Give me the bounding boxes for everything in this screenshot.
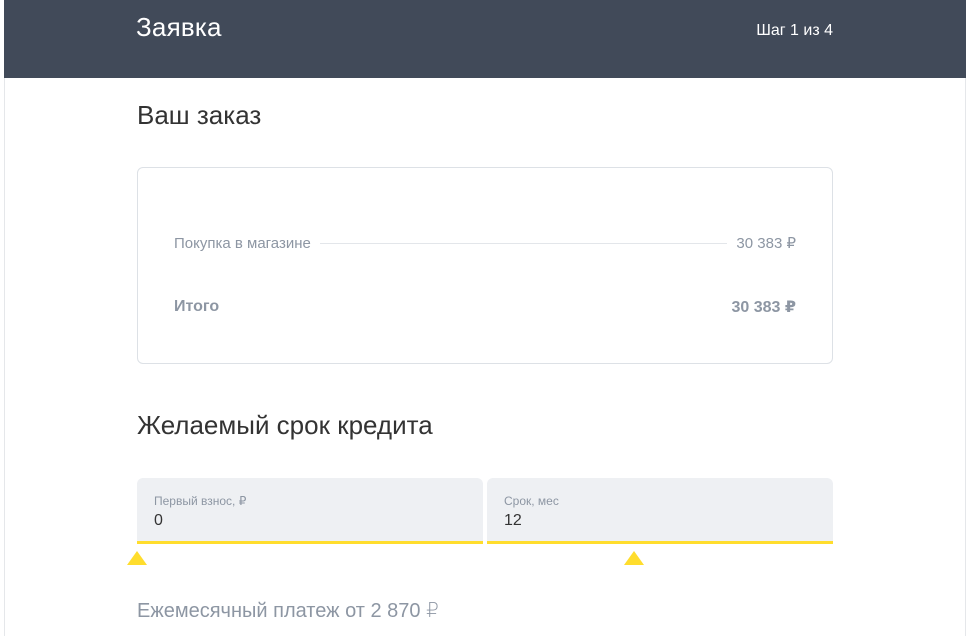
term-input[interactable]	[504, 512, 804, 530]
credit-term-section-title: Желаемый срок кредита	[137, 410, 433, 440]
page-title: Заявка	[136, 12, 222, 42]
purchase-label: Покупка в магазине	[174, 234, 311, 252]
order-row-purchase: Покупка в магазине 30 383 ₽	[174, 234, 796, 253]
order-summary-card: Покупка в магазине 30 383 ₽ Итого 30 383…	[137, 167, 833, 364]
purchase-amount: 30 383 ₽	[736, 235, 796, 252]
down-payment-slider-handle-icon[interactable]	[127, 551, 147, 565]
total-amount: 30 383 ₽	[731, 299, 796, 316]
term-field[interactable]: Срок, мес	[487, 478, 833, 544]
term-slider-handle-icon[interactable]	[624, 551, 644, 565]
total-label: Итого	[174, 298, 220, 315]
down-payment-input[interactable]	[154, 512, 454, 530]
app-header: Заявка Шаг 1 из 4	[4, 0, 966, 78]
down-payment-label: Первый взнос, ₽	[154, 494, 247, 508]
down-payment-field[interactable]: Первый взнос, ₽	[137, 478, 483, 544]
monthly-payment-text: Ежемесячный платеж от 2 870 ₽	[137, 600, 439, 622]
order-row-total: Итого 30 383 ₽	[174, 297, 796, 317]
order-section-title: Ваш заказ	[137, 100, 262, 130]
term-label: Срок, мес	[504, 494, 559, 508]
leader-line	[319, 242, 728, 244]
step-indicator: Шаг 1 из 4	[756, 22, 833, 39]
